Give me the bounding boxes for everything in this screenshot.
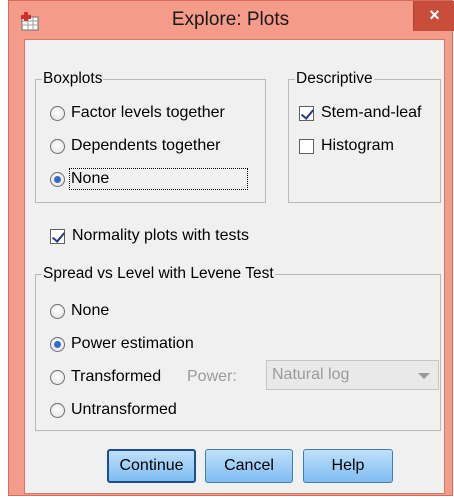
radio-circle[interactable] — [50, 105, 65, 121]
spread-vs-level-group: Spread vs Level with Levene Test None Po… — [35, 265, 441, 431]
checkbox-stem-and-leaf[interactable]: Stem-and-leaf — [299, 102, 422, 124]
radio-label: None — [69, 168, 248, 190]
radio-label: Transformed — [71, 368, 162, 385]
radio-circle[interactable] — [50, 303, 65, 319]
radio-label: Factor levels together — [71, 104, 225, 121]
dialog-client-area: Boxplots Factor levels together Dependen… — [24, 39, 445, 494]
checkbox-label: Histogram — [321, 137, 394, 154]
radio-untransformed[interactable]: Untransformed — [50, 399, 177, 421]
radio-circle[interactable] — [50, 402, 65, 418]
radio-transformed[interactable]: Transformed — [50, 366, 161, 388]
window-title: Explore: Plots — [171, 9, 290, 30]
radio-circle-selected[interactable] — [50, 171, 65, 187]
descriptive-legend: Descriptive — [295, 70, 374, 88]
descriptive-group: Descriptive Stem-and-leaf Histogram — [288, 70, 441, 203]
checkbox-normality-plots[interactable]: Normality plots with tests — [50, 225, 249, 247]
close-button[interactable]: × — [413, 1, 454, 31]
radio-dependents-together[interactable]: Dependents together — [50, 135, 220, 157]
radio-label: Dependents together — [71, 137, 221, 154]
radio-power-estimation[interactable]: Power estimation — [50, 333, 194, 355]
dialog-window: Explore: Plots × Boxplots Factor levels … — [8, 0, 454, 496]
continue-button[interactable]: Continue — [107, 449, 196, 483]
spread-legend: Spread vs Level with Levene Test — [42, 265, 275, 283]
radio-circle-selected[interactable] — [50, 336, 65, 352]
radio-label: Untransformed — [71, 401, 177, 418]
power-select[interactable]: Natural log — [266, 360, 439, 390]
checkbox-label: Normality plots with tests — [72, 227, 249, 244]
checkbox-box-checked[interactable] — [299, 105, 314, 121]
radio-label: None — [71, 302, 110, 319]
radio-circle[interactable] — [50, 138, 65, 154]
boxplots-legend: Boxplots — [42, 70, 104, 88]
power-label: Power: — [187, 368, 237, 385]
radio-label: Power estimation — [71, 335, 194, 352]
radio-circle[interactable] — [50, 369, 65, 385]
checkbox-box-checked[interactable] — [50, 228, 65, 244]
power-select-value: Natural log — [272, 366, 350, 383]
checkbox-label: Stem-and-leaf — [321, 104, 422, 121]
cancel-button[interactable]: Cancel — [205, 449, 293, 483]
chevron-down-icon — [418, 373, 430, 379]
radio-factor-levels-together[interactable]: Factor levels together — [50, 102, 225, 124]
title-bar[interactable]: Explore: Plots × — [9, 1, 454, 39]
checkbox-histogram[interactable]: Histogram — [299, 135, 394, 157]
boxplots-group: Boxplots Factor levels together Dependen… — [35, 70, 266, 203]
radio-boxplots-none[interactable]: None — [50, 168, 248, 190]
help-button[interactable]: Help — [303, 449, 393, 483]
checkbox-box[interactable] — [299, 138, 314, 154]
radio-spread-none[interactable]: None — [50, 300, 109, 322]
